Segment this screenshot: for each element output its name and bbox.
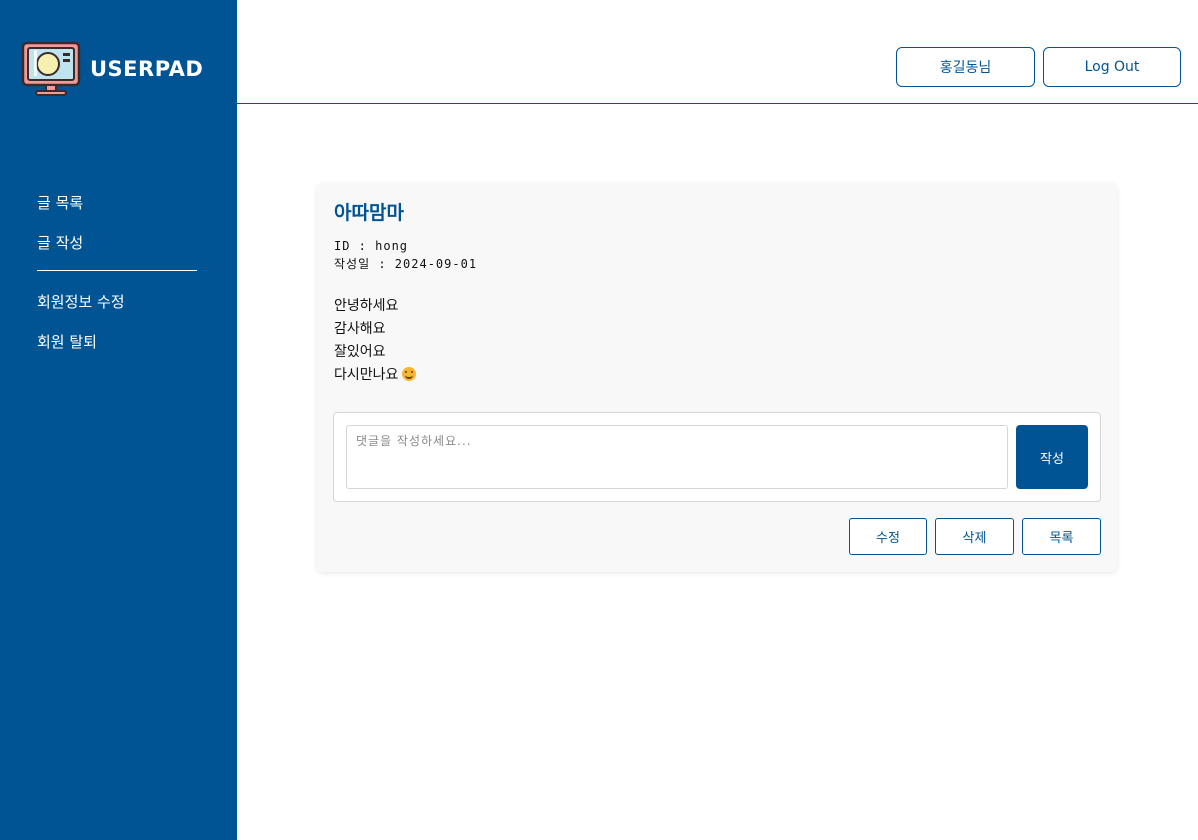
brand-name: USERPAD — [90, 57, 204, 81]
post-meta: ID : hong 작성일 : 2024-09-01 — [334, 237, 477, 273]
user-profile-button[interactable]: 홍길동님 — [896, 47, 1035, 87]
delete-button[interactable]: 삭제 — [935, 518, 1014, 555]
logout-button[interactable]: Log Out — [1043, 47, 1181, 87]
sidebar: USERPAD 글 목록 글 작성 회원정보 수정 회원 탈퇴 — [0, 0, 237, 840]
post-title: 아따맘마 — [334, 202, 404, 224]
post-date: 작성일 : 2024-09-01 — [334, 257, 478, 271]
sidebar-divider — [37, 270, 197, 271]
sidebar-item-withdraw[interactable]: 회원 탈퇴 — [37, 329, 197, 369]
post-line: 안녕하세요 — [334, 298, 399, 314]
top-header: 홍길동님 Log Out — [237, 0, 1198, 104]
edit-button[interactable]: 수정 — [849, 518, 927, 555]
smiling-face-icon — [402, 367, 417, 381]
comment-input[interactable] — [346, 425, 1008, 489]
comment-submit-button[interactable]: 작성 — [1016, 425, 1088, 489]
monitor-icon — [21, 41, 81, 96]
post-card: 아따맘마 ID : hong 작성일 : 2024-09-01 안녕하세요 감사… — [317, 184, 1117, 572]
post-line: 다시만나요 — [334, 367, 399, 383]
list-button[interactable]: 목록 — [1022, 518, 1101, 555]
sidebar-item-write-post[interactable]: 글 작성 — [37, 230, 197, 270]
sidebar-item-post-list[interactable]: 글 목록 — [37, 190, 197, 230]
post-author-id: ID : hong — [334, 239, 409, 253]
sidebar-nav: 글 목록 글 작성 회원정보 수정 회원 탈퇴 — [37, 190, 197, 369]
comment-form: 작성 — [333, 412, 1101, 502]
post-body: 안녕하세요 감사해요 잘있어요 다시만나요 — [334, 295, 417, 387]
sidebar-item-edit-profile[interactable]: 회원정보 수정 — [37, 289, 197, 329]
post-line-last: 다시만나요 — [334, 364, 417, 387]
post-line: 잘있어요 — [334, 344, 386, 360]
post-line: 감사해요 — [334, 321, 386, 337]
brand-logo[interactable]: USERPAD — [20, 40, 203, 98]
